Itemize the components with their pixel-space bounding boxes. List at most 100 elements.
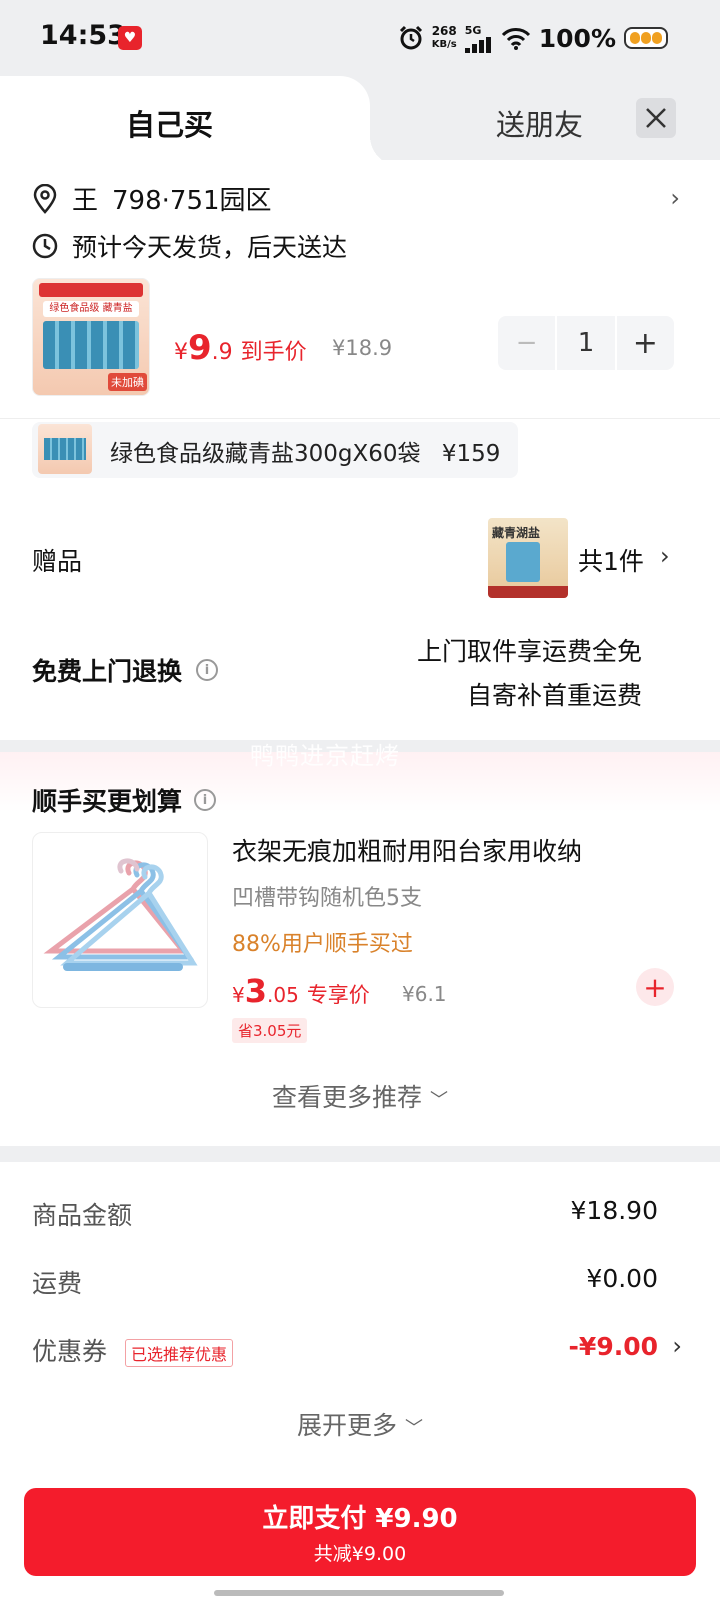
chevron-down-icon: ﹀ <box>404 1418 423 1439</box>
signal-icon <box>464 36 491 53</box>
net-speed-value: 268 <box>431 24 457 38</box>
address-detail: 798·751园区 <box>112 186 272 216</box>
address-row[interactable]: 王 798·751园区 <box>32 180 272 217</box>
product-image[interactable]: 绿色食品级 藏青盐 未加碘 <box>32 278 150 396</box>
upsell-product-image[interactable] <box>32 832 208 1008</box>
location-pin-icon <box>33 183 57 214</box>
hanger-image <box>43 858 198 971</box>
battery-level: 100% <box>538 23 616 53</box>
alarm-icon <box>399 25 422 50</box>
pay-now-label: 立即支付 ¥9.90 <box>262 1504 458 1534</box>
upsell-section: 鸭鸭进京赶烤 顺手买更划算 i 衣架无痕加粗耐用阳台家用收纳 凹槽带钩随机色5支… <box>0 742 720 1146</box>
upsell-product-name[interactable]: 衣架无痕加粗耐用阳台家用收纳 <box>232 832 582 868</box>
status-bar: 14:53 ♥ 268 KB/s 5G 100% <box>0 0 720 76</box>
net-speed-unit: KB/s <box>431 39 457 50</box>
upsell-original-price: ¥6.1 <box>402 982 447 1006</box>
price-integer: 9 <box>188 328 212 368</box>
chevron-right-icon[interactable]: › <box>672 1332 682 1360</box>
more-recommendations-button[interactable]: 查看更多推荐 ﹀ <box>0 1078 720 1114</box>
upsell-bought-rate: 88%用户顺手买过 <box>232 932 413 957</box>
product-price: ¥9.9 到手价 <box>174 328 307 368</box>
gift-image[interactable]: 藏青湖盐 <box>488 518 568 598</box>
upsell-price-label: 专享价 <box>306 983 370 1007</box>
gift-image-title: 藏青湖盐 <box>492 526 541 540</box>
chevron-down-icon: ﹀ <box>429 1090 448 1111</box>
wifi-icon <box>501 28 530 50</box>
order-card: 王 798·751园区 › 预计今天发货，后天送达 绿色食品级 藏青盐 未加碘 … <box>0 160 720 740</box>
quantity-increase-button[interactable]: + <box>614 316 674 370</box>
close-button[interactable] <box>636 98 676 138</box>
shipping-row: 预计今天发货，后天送达 <box>32 228 347 264</box>
free-return-line1: 上门取件享运费全免 <box>416 637 642 666</box>
coupon-value: -¥9.00 <box>568 1332 658 1361</box>
price-decimal: .9 <box>211 340 233 365</box>
add-upsell-button[interactable]: + <box>636 968 674 1006</box>
address-name: 王 <box>72 186 99 216</box>
bundle-image <box>38 424 92 474</box>
network-type: 5G <box>464 23 482 37</box>
product-image-brand <box>39 283 143 297</box>
expand-more-label: 展开更多 <box>297 1411 398 1440</box>
upsell-product-spec: 凹槽带钩随机色5支 <box>232 886 422 911</box>
chevron-right-icon[interactable]: › <box>660 542 670 570</box>
chevron-right-icon[interactable]: › <box>670 184 680 212</box>
gift-label: 赠品 <box>32 547 83 576</box>
coupon-tag: 已选推荐优惠 <box>124 1339 233 1367</box>
shipping-estimate: 预计今天发货，后天送达 <box>72 233 348 262</box>
tab-self[interactable]: 自己买 <box>126 102 213 144</box>
watermark: 鸭鸭进京赶烤 <box>250 742 400 770</box>
pay-discount-label: 共减¥9.00 <box>313 1543 407 1565</box>
shipping-fee-label: 运费 <box>32 1269 83 1298</box>
upsell-save-badge: 省3.05元 <box>232 1018 308 1043</box>
free-return-label: 免费上门退换 <box>32 657 183 686</box>
net-speed: 268 KB/s <box>432 25 457 51</box>
close-icon <box>646 108 666 128</box>
gift-count[interactable]: 共1件 <box>578 542 644 578</box>
bundle-text: 绿色食品级藏青盐300gX60袋 ¥159 <box>110 434 500 468</box>
shipping-fee-row: 运费 ¥0.00 <box>32 1264 688 1300</box>
coupon-row[interactable]: 优惠券 已选推荐优惠 -¥9.00 › <box>32 1332 688 1368</box>
goods-amount-value: ¥18.90 <box>570 1196 658 1225</box>
shipping-fee-value: ¥0.00 <box>586 1264 658 1293</box>
goods-amount-label: 商品金额 <box>32 1201 133 1230</box>
info-icon[interactable]: i <box>194 789 217 811</box>
upsell-price-currency: ¥ <box>232 983 245 1007</box>
status-time: 14:53 <box>40 20 126 51</box>
upsell-price-decimal: .05 <box>267 983 299 1007</box>
product-image-bags <box>43 321 139 369</box>
free-return-row: 免费上门退换 i <box>32 652 219 688</box>
app-notification-icon: ♥ <box>118 26 142 50</box>
upsell-price-integer: 3 <box>244 972 267 1010</box>
bundle-price: ¥159 <box>441 441 501 467</box>
quantity-decrease-button[interactable]: − <box>498 316 558 370</box>
home-indicator[interactable] <box>214 1590 504 1596</box>
price-label: 到手价 <box>240 340 307 365</box>
battery-icon <box>624 27 668 49</box>
upsell-title: 顺手买更划算 <box>32 787 183 816</box>
free-return-detail: 上门取件享运费全免 自寄补首重运费 <box>417 630 642 718</box>
bundle-name: 绿色食品级藏青盐300gX60袋 <box>110 441 421 467</box>
upsell-price: ¥3.05 专享价 <box>232 972 370 1010</box>
product-image-title: 绿色食品级 藏青盐 <box>43 301 139 317</box>
status-indicators: 268 KB/s 5G 100% <box>398 20 668 56</box>
goods-amount-row: 商品金额 ¥18.90 <box>32 1196 688 1232</box>
divider <box>0 418 720 419</box>
bundle-option[interactable]: 绿色食品级藏青盐300gX60袋 ¥159 <box>32 422 518 478</box>
network-indicator: 5G <box>464 23 493 53</box>
price-currency: ¥ <box>174 340 188 365</box>
price-summary: 商品金额 ¥18.90 运费 ¥0.00 优惠券 已选推荐优惠 -¥9.00 ›… <box>0 1162 720 1462</box>
upsell-title-row: 顺手买更划算 i <box>32 782 217 818</box>
pay-now-button[interactable]: 立即支付 ¥9.90 共减¥9.00 <box>24 1488 696 1576</box>
clock-icon <box>32 233 58 259</box>
gift-image-bag <box>506 542 540 582</box>
expand-more-button[interactable]: 展开更多 ﹀ <box>0 1406 720 1442</box>
tab-friend[interactable]: 送朋友 <box>496 102 583 144</box>
gift-image-strip <box>488 586 568 598</box>
quantity-value[interactable]: 1 <box>557 316 614 370</box>
info-icon[interactable]: i <box>196 659 219 681</box>
product-image-badge: 未加碘 <box>108 373 147 391</box>
product-original-price: ¥18.9 <box>332 336 393 360</box>
free-return-line2: 自寄补首重运费 <box>466 681 642 710</box>
purchase-mode-tabs: 自己买 送朋友 <box>0 76 720 166</box>
more-recommendations-label: 查看更多推荐 <box>272 1083 423 1112</box>
